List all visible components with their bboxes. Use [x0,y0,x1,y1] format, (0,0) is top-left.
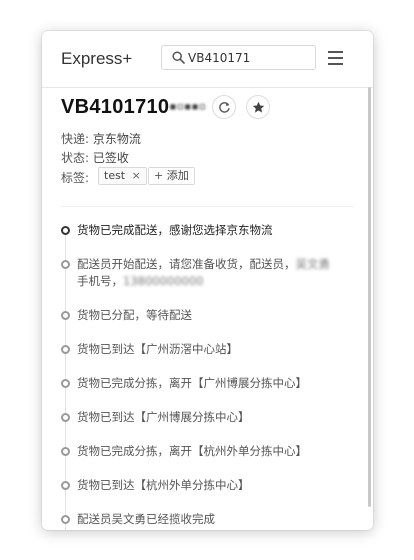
status-value: 已签收 [92,151,129,165]
timeline-text: 配送员吴文勇已经揽收完成 [77,512,215,526]
hamburger-menu-icon[interactable] [328,51,343,65]
app-window: Express+ VB4101710▪▫▪▪▫ 快递: 京东物流 状态: 已 [42,31,373,530]
timeline-text: 货物已完成配送，感谢您选择京东物流 [77,223,273,237]
timeline-dot [61,226,70,235]
divider [61,206,354,207]
timeline-text: 货物已到达【广州博展分拣中心】 [77,410,250,424]
add-tag-button[interactable]: + 添加 [148,167,195,185]
timeline-dot [61,515,70,524]
tracking-timeline: 货物已完成配送，感谢您选择京东物流 配送员开始配送，请您准备收货，配送员，吴文勇… [42,219,373,530]
star-icon [252,101,265,113]
timeline-dot [61,413,70,422]
add-tag-label: 添加 [166,169,189,182]
timeline-dot [61,481,70,490]
timeline-dot [61,345,70,354]
timeline-text: 配送员开始配送，请您准备收货，配送员，吴文勇 手机号，13800000000 [77,256,347,290]
timeline-text-main: 配送员开始配送，请您准备收货，配送员， [77,257,296,271]
timeline-text: 货物已完成分拣，离开【广州博展分拣中心】 [77,376,307,390]
timeline-text: 货物已分配，等待配送 [77,308,192,322]
search-icon [172,51,185,64]
refresh-button[interactable] [212,95,236,119]
timeline-dot [61,260,70,269]
tags-label: 标签: [61,171,90,185]
tracking-number-masked: ▪▫▪▪▫ [169,96,207,118]
search-box[interactable] [161,45,316,70]
tracking-number-visible: VB4101710 [61,96,170,118]
courier-row: 快递: 京东物流 [61,130,141,147]
timeline-dot [61,311,70,320]
search-input[interactable] [188,48,308,67]
tag-chip[interactable]: test × [98,167,147,185]
status-row: 状态: 已签收 [61,149,129,166]
app-title: Express+ [61,49,133,68]
refresh-icon [219,102,230,113]
timeline-dot [61,447,70,456]
scrollbar[interactable] [368,87,371,507]
tag-label: test [104,169,126,182]
timeline-text: 货物已到达【杭州外单分拣中心】 [77,478,250,492]
tracking-number: VB4101710▪▫▪▪▫ [61,96,206,119]
star-button[interactable] [246,95,270,119]
tag-remove-icon[interactable]: × [132,169,141,182]
timeline-text-prefix: 手机号， [77,274,123,288]
courier-label: 快递: [61,132,90,146]
timeline-text: 货物已完成分拣，离开【杭州外单分拣中心】 [77,444,307,458]
timeline-dot [61,379,70,388]
plus-icon: + [154,169,164,182]
courier-name-blurred: 吴文勇 [295,257,331,271]
header: Express+ [42,31,373,88]
courier-value: 京东物流 [92,132,141,146]
timeline-text: 货物已到达【广州沥滘中心站】 [77,342,238,356]
phone-blurred: 13800000000 [123,274,204,288]
status-label: 状态: [61,151,90,165]
